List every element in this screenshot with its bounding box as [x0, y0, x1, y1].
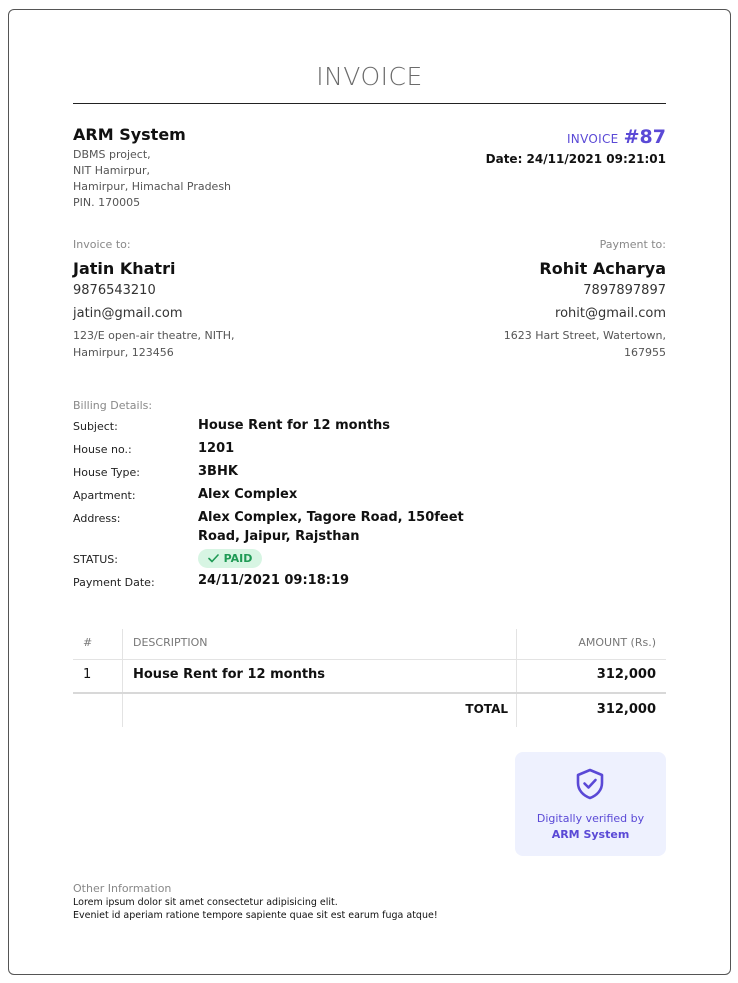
invoice-to-email: jatin@gmail.com: [73, 306, 183, 321]
status-badge: PAID: [198, 549, 262, 568]
subject-value: House Rent for 12 months: [198, 418, 391, 433]
house-no-value: 1201: [198, 441, 235, 456]
company-address-line: DBMS project,: [73, 148, 151, 161]
payment-date-label: Payment Date:: [73, 576, 155, 589]
verification-text: Digitally verified by: [536, 812, 645, 825]
apartment-label: Apartment:: [73, 489, 136, 502]
table-row-index: 1: [83, 667, 92, 682]
payment-date-value: 24/11/2021 09:18:19: [198, 573, 350, 588]
invoice-to-phone: 9876543210: [73, 283, 156, 298]
address-label: Address:: [73, 512, 121, 525]
check-icon: [207, 554, 219, 563]
company-address-line: PIN. 170005: [73, 196, 141, 209]
verification-company: ARM System: [551, 828, 630, 841]
table-header-divider: [73, 659, 666, 660]
shield-check-icon: [576, 768, 604, 800]
company-name: ARM System: [73, 125, 186, 144]
payment-to-address-line: 167955: [624, 346, 666, 359]
other-information-text: Eveniet id aperiam ratione tempore sapie…: [73, 910, 438, 921]
table-total-amount: 312,000: [596, 702, 656, 717]
apartment-value: Alex Complex: [198, 487, 298, 502]
subject-label: Subject:: [73, 420, 118, 433]
table-divider: [516, 629, 517, 727]
house-no-label: House no.:: [73, 443, 132, 456]
invoice-to-address-line: Hamirpur, 123456: [73, 346, 174, 359]
house-type-value: 3BHK: [198, 464, 238, 479]
company-address-line: Hamirpur, Himachal Pradesh: [73, 180, 232, 193]
invoice-number-label: INVOICE: [566, 132, 619, 146]
billing-details-label: Billing Details:: [73, 399, 153, 412]
address-value-line: Alex Complex, Tagore Road, 150feet: [198, 510, 464, 525]
payment-to-label: Payment to:: [599, 238, 666, 251]
page-title: INVOICE: [316, 62, 423, 91]
table-total-divider: [73, 692, 666, 694]
table-header-index: #: [83, 636, 93, 649]
payment-to-phone: 7897897897: [583, 283, 666, 298]
other-information-text: Lorem ipsum dolor sit amet consectetur a…: [73, 897, 338, 908]
invoice-number: INVOICE #87: [567, 126, 666, 148]
title-divider: [73, 103, 666, 104]
table-total-label: TOTAL: [465, 702, 508, 716]
table-row-description: House Rent for 12 months: [133, 667, 326, 682]
payment-to-address-line: 1623 Hart Street, Watertown,: [503, 329, 666, 342]
invoice-to-label: Invoice to:: [73, 238, 131, 251]
table-header-description: DESCRIPTION: [133, 636, 208, 649]
status-label: STATUS:: [73, 553, 118, 566]
table-row-amount: 312,000: [596, 667, 656, 682]
other-information-heading: Other Information: [73, 882, 172, 895]
house-type-label: House Type:: [73, 466, 140, 479]
verification-card: Digitally verified by ARM System: [515, 752, 666, 856]
table-divider: [122, 629, 123, 727]
invoice-number-value: #87: [623, 126, 666, 148]
invoice-date: Date: 24/11/2021 09:21:01: [485, 152, 666, 166]
address-value-line: Road, Jaipur, Rajsthan: [198, 529, 360, 544]
payment-to-name: Rohit Acharya: [539, 259, 666, 278]
invoice-sheet: INVOICE ARM System DBMS project, NIT Ham…: [8, 9, 731, 975]
table-header-amount: AMOUNT (Rs.): [578, 636, 656, 649]
payment-to-email: rohit@gmail.com: [555, 306, 666, 321]
company-address-line: NIT Hamirpur,: [73, 164, 150, 177]
invoice-to-name: Jatin Khatri: [73, 259, 176, 278]
invoice-to-address-line: 123/E open-air theatre, NITH,: [73, 329, 235, 342]
status-badge-text: PAID: [223, 552, 253, 565]
